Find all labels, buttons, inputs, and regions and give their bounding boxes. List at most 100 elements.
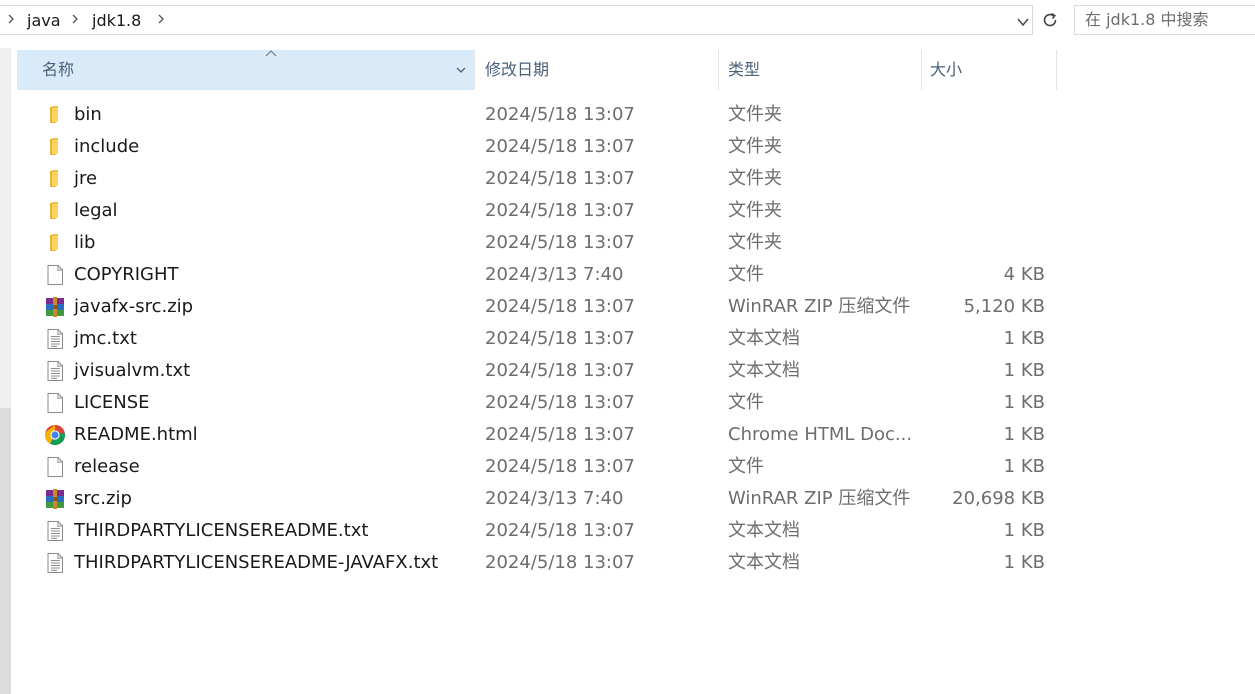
file-size: 4 KB bbox=[1003, 264, 1045, 285]
column-header-name[interactable]: 名称 bbox=[17, 50, 474, 90]
file-size: 1 KB bbox=[1003, 360, 1045, 381]
file-date-modified: 2024/5/18 13:07 bbox=[485, 168, 635, 189]
chevron-right-icon[interactable] bbox=[7, 12, 15, 26]
file-size: 1 KB bbox=[1003, 424, 1045, 445]
file-type: WinRAR ZIP 压缩文件 bbox=[728, 488, 911, 509]
column-divider[interactable] bbox=[718, 50, 719, 90]
column-divider[interactable] bbox=[921, 50, 922, 90]
file-list: bin 2024/5/18 13:07 文件夹 include 2024/5/18 13… bbox=[0, 99, 1255, 579]
blank-file-icon bbox=[44, 392, 66, 414]
folder-icon bbox=[44, 168, 66, 190]
winrar-archive-icon bbox=[44, 488, 66, 510]
chevron-right-icon[interactable] bbox=[157, 12, 165, 26]
file-date-modified: 2024/5/18 13:07 bbox=[485, 424, 635, 445]
file-name: COPYRIGHT bbox=[74, 264, 179, 285]
file-date-modified: 2024/5/18 13:07 bbox=[485, 296, 635, 317]
file-row[interactable]: LICENSE 2024/5/18 13:07 文件 1 KB bbox=[0, 387, 1255, 419]
file-row[interactable]: bin 2024/5/18 13:07 文件夹 bbox=[0, 99, 1255, 131]
address-bar[interactable]: java jdk1.8 bbox=[0, 5, 1033, 35]
file-row[interactable]: THIRDPARTYLICENSEREADME.txt 2024/5/18 13:… bbox=[0, 515, 1255, 547]
file-row[interactable]: release 2024/5/18 13:07 文件 1 KB bbox=[0, 451, 1255, 483]
file-row[interactable]: javafx-src.zip 2024/5/18 13:07 WinRAR ZIP … bbox=[0, 291, 1255, 323]
file-row[interactable]: jmc.txt 2024/5/18 13:07 文本文档 1 KB bbox=[0, 323, 1255, 355]
file-name: THIRDPARTYLICENSEREADME-JAVAFX.txt bbox=[74, 552, 439, 573]
file-name: LICENSE bbox=[74, 392, 150, 413]
file-size: 1 KB bbox=[1003, 392, 1045, 413]
blank-file-icon bbox=[44, 456, 66, 478]
chevron-down-icon[interactable] bbox=[455, 64, 467, 76]
file-size: 1 KB bbox=[1003, 520, 1045, 541]
file-row[interactable]: COPYRIGHT 2024/3/13 7:40 文件 4 KB bbox=[0, 259, 1255, 291]
file-name: legal bbox=[74, 200, 118, 221]
file-name: README.html bbox=[74, 424, 198, 445]
sort-ascending-icon bbox=[265, 50, 277, 57]
file-row[interactable]: jvisualvm.txt 2024/5/18 13:07 文本文档 1 KB bbox=[0, 355, 1255, 387]
folder-icon bbox=[44, 232, 66, 254]
file-row[interactable]: README.html 2024/5/18 13:07 Chrome HTML Do… bbox=[0, 419, 1255, 451]
folder-icon bbox=[44, 104, 66, 126]
chrome-icon bbox=[44, 424, 66, 446]
winrar-archive-icon bbox=[44, 296, 66, 318]
chevron-right-icon[interactable] bbox=[71, 12, 79, 26]
file-type: 文件夹 bbox=[728, 200, 782, 221]
column-header-date[interactable]: 修改日期 bbox=[485, 50, 549, 90]
file-row[interactable]: jre 2024/5/18 13:07 文件夹 bbox=[0, 163, 1255, 195]
column-header-size[interactable]: 大小 bbox=[930, 50, 962, 90]
file-date-modified: 2024/5/18 13:07 bbox=[485, 232, 635, 253]
file-row[interactable]: lib 2024/5/18 13:07 文件夹 bbox=[0, 227, 1255, 259]
file-name: THIRDPARTYLICENSEREADME.txt bbox=[74, 520, 369, 541]
refresh-icon bbox=[1043, 12, 1057, 27]
breadcrumb-jdk1-8[interactable]: jdk1.8 bbox=[92, 11, 141, 31]
file-type: 文件夹 bbox=[728, 104, 782, 125]
file-row[interactable]: THIRDPARTYLICENSEREADME-JAVAFX.txt 2024/5… bbox=[0, 547, 1255, 579]
folder-icon bbox=[44, 200, 66, 222]
file-name: jvisualvm.txt bbox=[74, 360, 191, 381]
file-date-modified: 2024/3/13 7:40 bbox=[485, 264, 624, 285]
column-header-type[interactable]: 类型 bbox=[728, 50, 760, 90]
file-type: 文件夹 bbox=[728, 136, 782, 157]
column-header-name-label: 名称 bbox=[42, 60, 75, 79]
file-size: 20,698 KB bbox=[952, 488, 1045, 509]
file-name: javafx-src.zip bbox=[74, 296, 194, 317]
file-type: 文本文档 bbox=[728, 360, 800, 381]
file-date-modified: 2024/5/18 13:07 bbox=[485, 360, 635, 381]
column-divider[interactable] bbox=[474, 50, 475, 90]
file-type: 文件夹 bbox=[728, 168, 782, 189]
file-size: 1 KB bbox=[1003, 328, 1045, 349]
search-box[interactable] bbox=[1074, 5, 1255, 35]
file-type: Chrome HTML Doc... bbox=[728, 424, 913, 445]
file-date-modified: 2024/5/18 13:07 bbox=[485, 456, 635, 477]
file-date-modified: 2024/5/18 13:07 bbox=[485, 200, 635, 221]
file-type: 文本文档 bbox=[728, 520, 800, 541]
folder-icon bbox=[44, 136, 66, 158]
chevron-down-icon[interactable] bbox=[1016, 15, 1030, 29]
file-type: 文件 bbox=[728, 456, 764, 477]
file-type: 文本文档 bbox=[728, 552, 800, 573]
file-name: release bbox=[74, 456, 140, 477]
file-row[interactable]: legal 2024/5/18 13:07 文件夹 bbox=[0, 195, 1255, 227]
text-file-icon bbox=[44, 328, 66, 350]
file-date-modified: 2024/3/13 7:40 bbox=[485, 488, 624, 509]
text-file-icon bbox=[44, 520, 66, 542]
column-divider[interactable] bbox=[1056, 50, 1057, 90]
file-type: WinRAR ZIP 压缩文件 bbox=[728, 296, 911, 317]
file-date-modified: 2024/5/18 13:07 bbox=[485, 328, 635, 349]
file-date-modified: 2024/5/18 13:07 bbox=[485, 520, 635, 541]
file-type: 文本文档 bbox=[728, 328, 800, 349]
file-type: 文件夹 bbox=[728, 232, 782, 253]
search-input[interactable] bbox=[1085, 10, 1250, 29]
breadcrumb-java[interactable]: java bbox=[27, 11, 61, 31]
file-type: 文件 bbox=[728, 264, 764, 285]
file-date-modified: 2024/5/18 13:07 bbox=[485, 552, 635, 573]
file-date-modified: 2024/5/18 13:07 bbox=[485, 392, 635, 413]
file-name: jre bbox=[74, 168, 98, 189]
file-row[interactable]: include 2024/5/18 13:07 文件夹 bbox=[0, 131, 1255, 163]
refresh-button[interactable] bbox=[1036, 5, 1064, 35]
file-row[interactable]: src.zip 2024/3/13 7:40 WinRAR ZIP 压缩文件 20,6… bbox=[0, 483, 1255, 515]
file-date-modified: 2024/5/18 13:07 bbox=[485, 104, 635, 125]
file-size: 5,120 KB bbox=[963, 296, 1045, 317]
file-name: bin bbox=[74, 104, 102, 125]
file-type: 文件 bbox=[728, 392, 764, 413]
file-size: 1 KB bbox=[1003, 552, 1045, 573]
file-name: lib bbox=[74, 232, 96, 253]
